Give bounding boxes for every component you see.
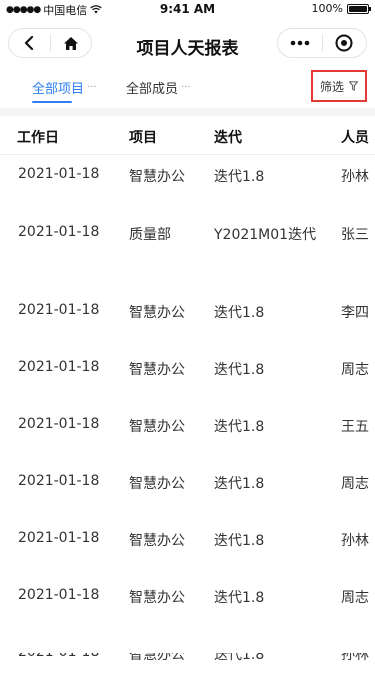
cell-iteration: 迭代1.8 [214,362,265,378]
filter-tabs-bar: 全部项目 ··· 全部成员 ··· 筛选 [0,70,375,108]
cell-project: 智慧办公 [129,169,185,185]
table-row[interactable]: 2021-01-18 智慧办公 迭代1.8 周志 [0,576,375,634]
cell-person: 王五 [341,419,369,435]
table-row[interactable]: 2021-01-18 智慧办公 迭代1.8 周志 [0,462,375,520]
cell-date: 2021-01-18 [18,359,100,375]
column-header-project: 项目 [129,130,157,146]
cell-project: 智慧办公 [129,419,185,435]
cell-person: 李四 [341,305,369,321]
cell-iteration: 迭代1.8 [214,533,265,549]
table-row[interactable]: 2021-01-18 智慧办公 迭代1.8 孙林 [0,155,375,214]
cell-iteration: 迭代1.8 [214,305,265,321]
table-row[interactable]: 2021-01-18 智慧办公 迭代1.8 李四 [0,291,375,349]
nav-bar: 项目人天报表 [0,18,375,70]
filter-button[interactable]: 筛选 [311,70,367,102]
close-miniprogram-button[interactable] [323,29,367,57]
cell-project: 智慧办公 [129,476,185,492]
cell-date: 2021-01-18 [18,473,100,489]
table-row[interactable]: 2021-01-18 智慧办公 迭代1.8 孙林 [0,633,375,673]
cell-person: 孙林 [341,169,369,185]
cell-person: 张三 [341,227,369,243]
more-dots-icon [290,40,310,46]
tab-all-projects[interactable]: 全部项目 ··· [32,78,97,97]
column-header-date: 工作日 [17,130,59,146]
funnel-icon [349,81,358,91]
target-circle-icon [335,34,353,52]
tab-all-members[interactable]: 全部成员 ··· [126,78,191,97]
cell-person: 孙林 [341,533,369,549]
active-tab-underline [32,101,72,103]
column-header-iteration: 迭代 [214,130,242,146]
cell-project: 智慧办公 [129,362,185,378]
table-row[interactable]: 2021-01-18 质量部 Y2021M01迭代 张三 [0,213,375,292]
tab-label: 全部项目 [32,82,85,97]
cell-project: 智慧办公 [129,533,185,549]
table-row[interactable]: 2021-01-18 智慧办公 迭代1.8 王五 [0,405,375,463]
cell-date: 2021-01-18 [18,587,100,603]
tab-dropdown-dots: ··· [87,82,97,93]
battery-percent: 100% [311,2,343,15]
cell-date: 2021-01-18 [18,530,100,546]
cell-iteration: Y2021M01迭代 [214,227,317,243]
cell-person: 周志 [341,476,369,492]
cell-date: 2021-01-18 [18,416,100,432]
section-divider [0,108,375,116]
column-header-person: 人员 [341,130,369,146]
cell-date: 2021-01-18 [18,166,100,182]
cell-project: 智慧办公 [129,590,185,606]
filter-label: 筛选 [319,79,344,94]
tab-dropdown-dots: ··· [181,82,191,93]
more-button[interactable] [278,29,322,57]
table-row[interactable]: 2021-01-18 智慧办公 迭代1.8 周志 [0,348,375,406]
battery-icon [347,3,371,14]
cell-date: 2021-01-18 [18,302,100,318]
table-row[interactable]: 2021-01-18 智慧办公 迭代1.8 孙林 [0,519,375,577]
status-bar: ●●●●● 中国电信 9:41 AM 100% [0,0,375,18]
cell-date: 2021-01-18 [18,224,100,240]
cell-person: 周志 [341,362,369,378]
tab-label: 全部成员 [126,82,179,97]
cell-iteration: 迭代1.8 [214,169,265,185]
scroll-cutoff [0,640,375,653]
status-right: 100% [311,2,371,15]
nav-capsule-right [277,28,367,58]
cell-iteration: 迭代1.8 [214,476,265,492]
cell-iteration: 迭代1.8 [214,590,265,606]
cell-project: 质量部 [129,227,171,243]
cell-person: 周志 [341,590,369,606]
cell-project: 智慧办公 [129,305,185,321]
table-header: 工作日 项目 迭代 人员 [0,116,375,155]
cell-iteration: 迭代1.8 [214,419,265,435]
